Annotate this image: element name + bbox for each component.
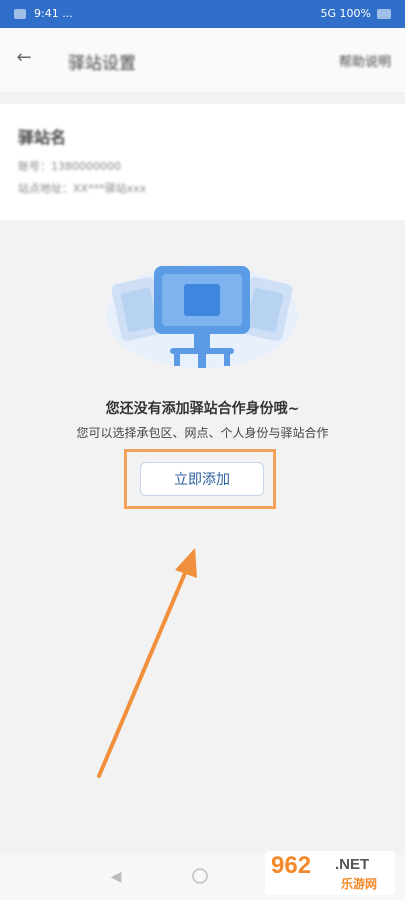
add-now-button[interactable]: 立即添加: [140, 462, 264, 496]
battery-icon: [377, 9, 391, 19]
station-name: 驿站名: [18, 128, 67, 147]
empty-illustration: [106, 264, 298, 368]
back-arrow-icon[interactable]: ←: [14, 48, 34, 68]
station-account: 账号：1380000000: [18, 160, 121, 173]
signal-icon: [14, 9, 26, 19]
page-title: 驿站设置: [68, 54, 136, 74]
station-info-card: 驿站名 账号：1380000000 站点地址：XX***驿站xxx: [0, 104, 405, 220]
status-right-text: 5G 100%: [320, 7, 371, 20]
status-bar: 9:41 ... 5G 100%: [0, 0, 405, 28]
nav-back-icon[interactable]: ◀: [108, 869, 124, 885]
status-left-text: 9:41 ...: [34, 7, 73, 20]
empty-state-subtitle: 您可以选择承包区、网点、个人身份与驿站合作: [76, 426, 329, 440]
app-header: ← 驿站设置 帮助说明: [0, 28, 405, 93]
station-address: 站点地址：XX***驿站xxx: [18, 182, 147, 195]
nav-home-icon[interactable]: [192, 868, 208, 884]
watermark-number: 962: [271, 852, 312, 879]
empty-state-title: 您还没有添加驿站合作身份哦~: [105, 401, 300, 417]
header-action-link[interactable]: 帮助说明: [339, 51, 391, 70]
watermark-net: .NET: [335, 856, 370, 873]
site-watermark-logo: 962 .NET 乐游网: [265, 851, 395, 895]
watermark-site: 乐游网: [341, 877, 378, 891]
